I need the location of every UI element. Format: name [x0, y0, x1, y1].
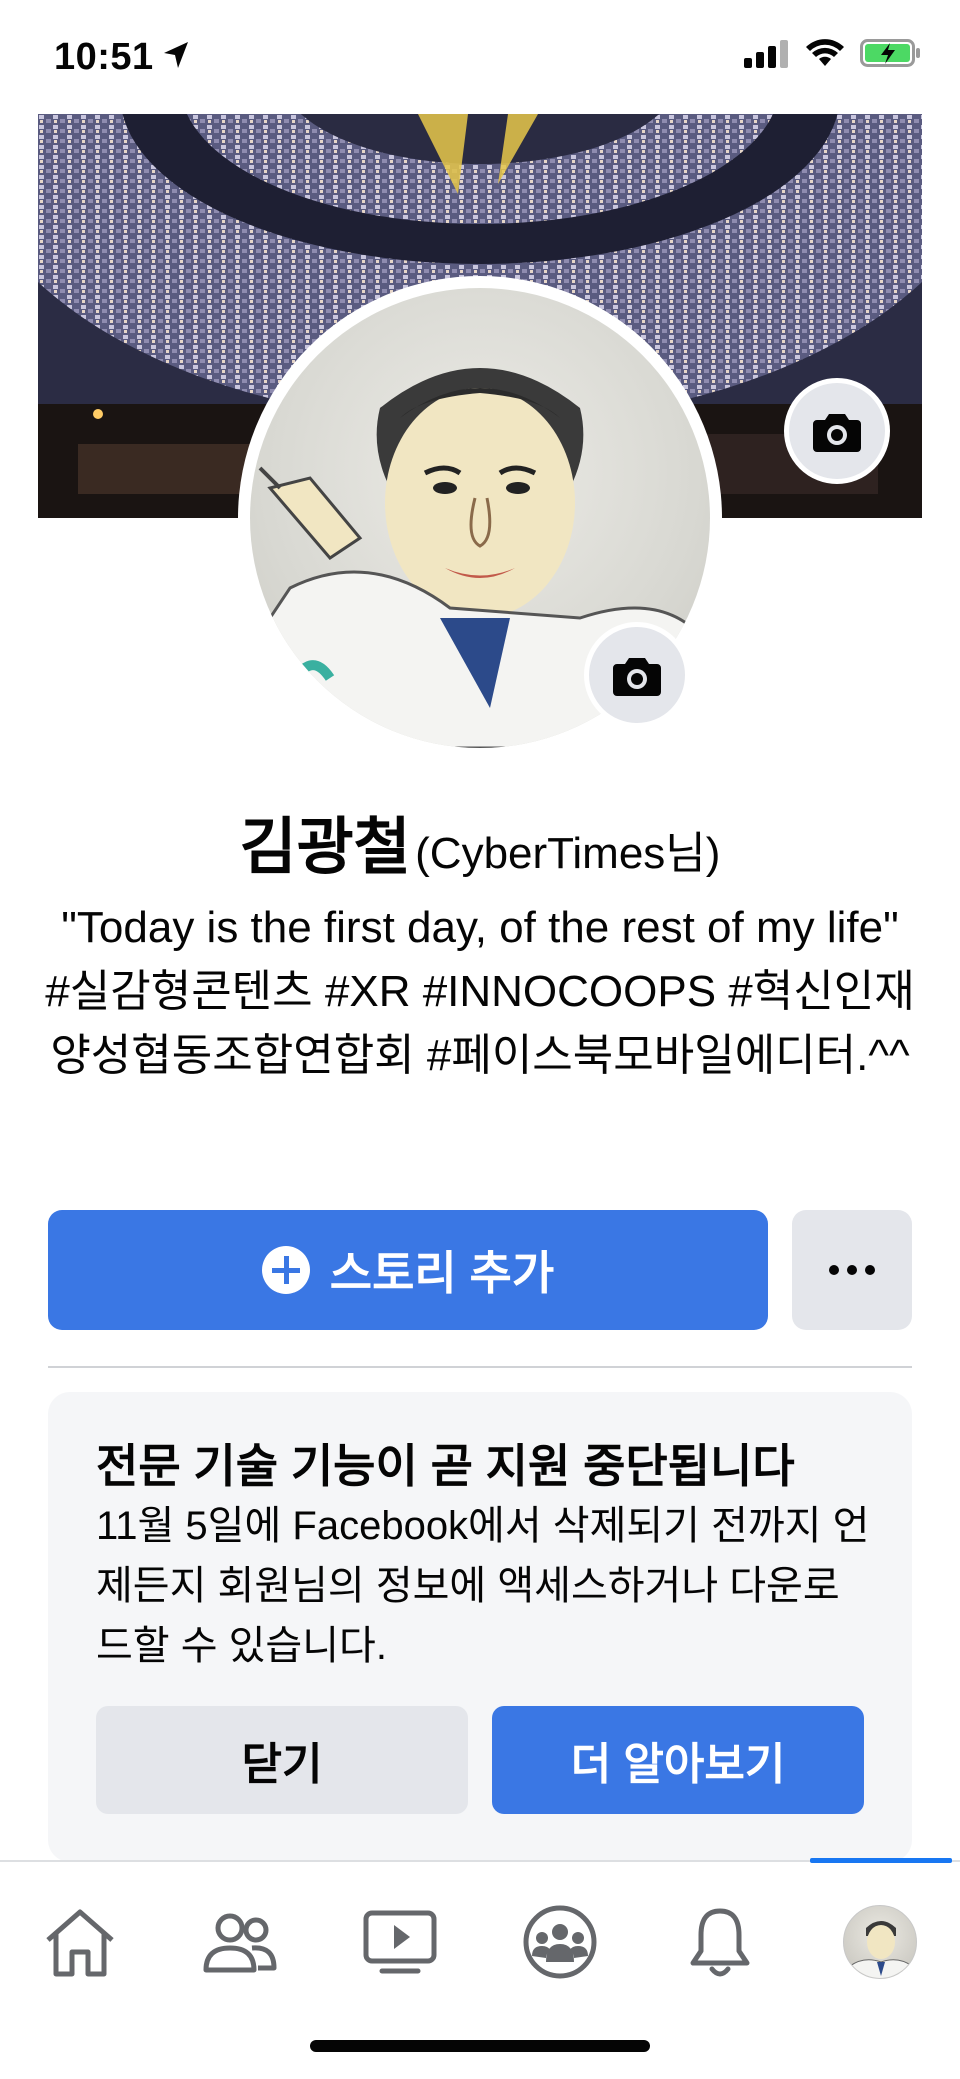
divider: [48, 1366, 912, 1368]
more-icon: [829, 1265, 839, 1275]
tab-notifications[interactable]: [660, 1882, 780, 2002]
avatar-camera-button[interactable]: [584, 622, 690, 728]
camera-icon: [613, 658, 661, 696]
tab-friends[interactable]: [180, 1882, 300, 2002]
add-story-label: 스토리 추가: [329, 1247, 555, 1299]
notice-title: 전문 기술 기능이 곧 지원 중단됩니다: [96, 1440, 795, 1492]
tab-profile[interactable]: [820, 1882, 940, 2002]
profile-bio: "Today is the first day, of the rest of …: [45, 903, 915, 1080]
add-story-button[interactable]: 스토리 추가: [48, 1210, 768, 1330]
tab-groups[interactable]: [500, 1882, 620, 2002]
home-indicator: [310, 2040, 650, 2052]
notifications-icon: [690, 1908, 750, 1977]
more-button[interactable]: [792, 1210, 912, 1330]
profile-name-main: 김광철: [239, 813, 411, 882]
more-icon-dot: [865, 1265, 875, 1275]
deprecation-notice-card: 전문 기술 기능이 곧 지원 중단됩니다 11월 5일에 Facebook에서 …: [48, 1392, 912, 1862]
battery-charging-icon: [860, 38, 922, 73]
tab-watch[interactable]: [340, 1882, 460, 2002]
camera-icon: [813, 414, 861, 452]
learn-more-button[interactable]: 더 알아보기: [492, 1706, 864, 1814]
active-tab-indicator: [810, 1858, 952, 1863]
home-icon: [46, 1909, 114, 1977]
profile-avatar-thumb: [843, 1905, 917, 1979]
watch-icon: [363, 1910, 437, 1974]
status-icons: [744, 38, 922, 73]
close-button[interactable]: 닫기: [96, 1706, 468, 1814]
wifi-icon: [804, 38, 846, 73]
status-time: 10:51: [54, 36, 154, 78]
location-arrow-icon: [162, 40, 190, 75]
notice-body: 11월 5일에 Facebook에서 삭제되기 전까지 언제든지 회원님의 정보…: [96, 1504, 870, 1668]
cover-camera-button[interactable]: [784, 378, 890, 484]
profile-name: 김광철 (CyberTimes님): [0, 796, 960, 886]
profile-name-alt: (CyberTimes님): [415, 829, 721, 878]
plus-circle-icon: [261, 1246, 310, 1294]
tab-home[interactable]: [20, 1882, 140, 2002]
more-icon-dot: [847, 1265, 857, 1275]
groups-icon: [523, 1905, 597, 1979]
friends-icon: [203, 1913, 277, 1973]
status-bar: 10:51: [0, 0, 960, 114]
signal-icon: [744, 38, 790, 73]
